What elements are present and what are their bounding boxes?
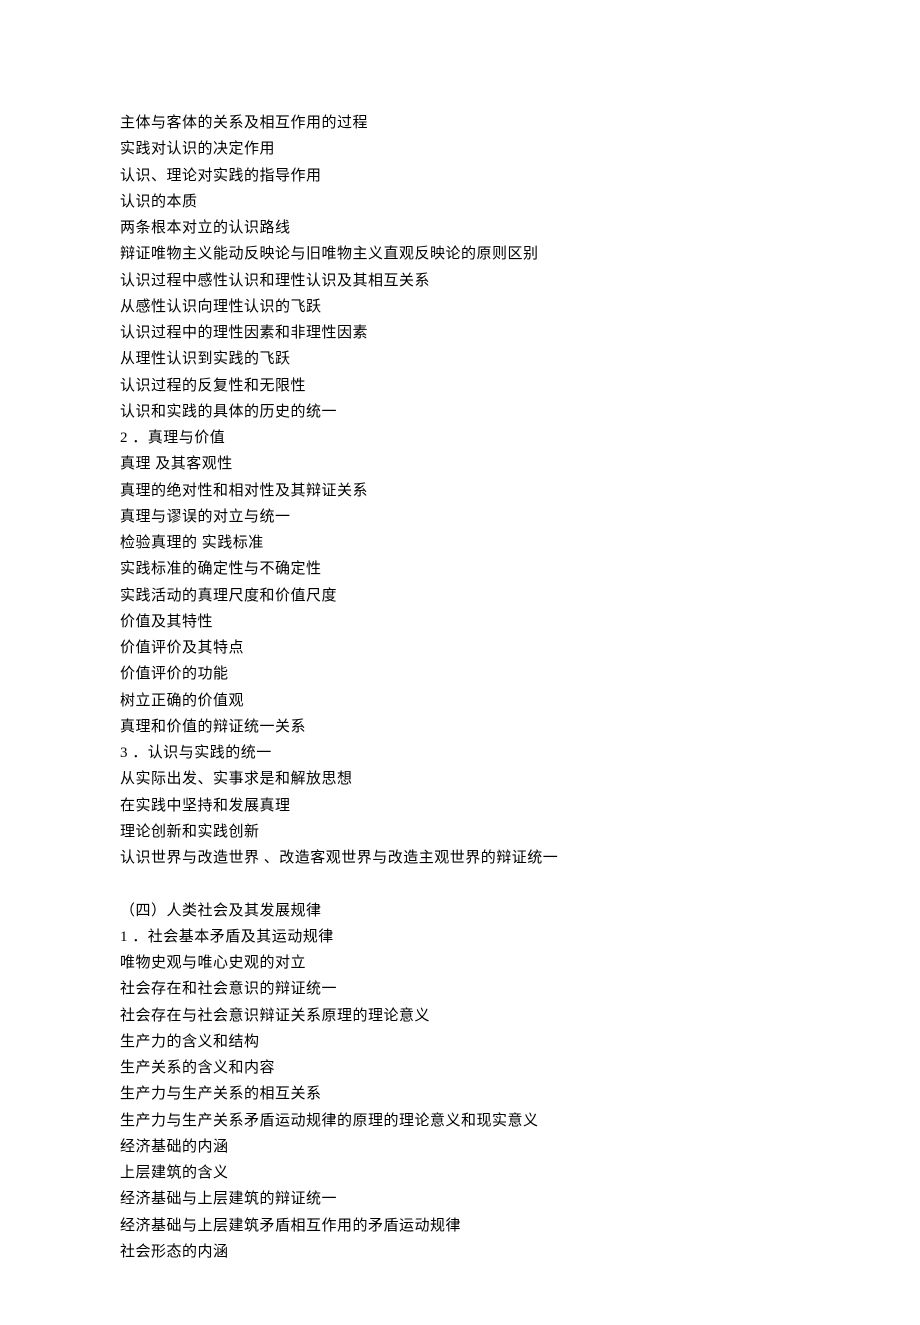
text-line: 认识过程中感性认识和理性认识及其相互关系 [120, 268, 800, 294]
text-line: 实践活动的真理尺度和价值尺度 [120, 583, 800, 609]
text-line: 两条根本对立的认识路线 [120, 215, 800, 241]
text-line: 从实际出发、实事求是和解放思想 [120, 766, 800, 792]
text-line: 生产关系的含义和内容 [120, 1055, 800, 1081]
text-line: 检验真理的 实践标准 [120, 530, 800, 556]
text-line: 主体与客体的关系及相互作用的过程 [120, 110, 800, 136]
text-line: 实践对认识的决定作用 [120, 136, 800, 162]
text-line: 辩证唯物主义能动反映论与旧唯物主义直观反映论的原则区别 [120, 241, 800, 267]
text-line: 生产力的含义和结构 [120, 1029, 800, 1055]
text-line: 在实践中坚持和发展真理 [120, 793, 800, 819]
text-line: 1 ．社会基本矛盾及其运动规律 [120, 924, 800, 950]
text-line: 真理和价值的辩证统一关系 [120, 714, 800, 740]
text-line: 价值评价及其特点 [120, 635, 800, 661]
text-line: 经济基础与上层建筑的辩证统一 [120, 1186, 800, 1212]
text-line: 真理与谬误的对立与统一 [120, 504, 800, 530]
text-line: 树立正确的价值观 [120, 688, 800, 714]
text-line: 社会存在和社会意识的辩证统一 [120, 976, 800, 1002]
text-line: 2 ．真理与价值 [120, 425, 800, 451]
text-line: 认识的本质 [120, 189, 800, 215]
document-body: 主体与客体的关系及相互作用的过程实践对认识的决定作用认识、理论对实践的指导作用认… [120, 110, 800, 1265]
blank-line [120, 871, 800, 897]
text-line: 从感性认识向理性认识的飞跃 [120, 294, 800, 320]
text-line: 生产力与生产关系的相互关系 [120, 1081, 800, 1107]
text-line: 社会存在与社会意识辩证关系原理的理论意义 [120, 1003, 800, 1029]
text-line: 理论创新和实践创新 [120, 819, 800, 845]
text-line: 生产力与生产关系矛盾运动规律的原理的理论意义和现实意义 [120, 1108, 800, 1134]
text-line: 价值及其特性 [120, 609, 800, 635]
text-line: 真理 及其客观性 [120, 451, 800, 477]
text-line: 认识、理论对实践的指导作用 [120, 163, 800, 189]
text-line: 认识过程的反复性和无限性 [120, 373, 800, 399]
text-line: 唯物史观与唯心史观的对立 [120, 950, 800, 976]
text-line: 价值评价的功能 [120, 661, 800, 687]
text-line: 实践标准的确定性与不确定性 [120, 556, 800, 582]
text-line: 真理的绝对性和相对性及其辩证关系 [120, 478, 800, 504]
text-line: 3 ．认识与实践的统一 [120, 740, 800, 766]
text-line: 从理性认识到实践的飞跃 [120, 346, 800, 372]
text-line: （四）人类社会及其发展规律 [120, 898, 800, 924]
text-line: 社会形态的内涵 [120, 1239, 800, 1265]
text-line: 上层建筑的含义 [120, 1160, 800, 1186]
text-line: 经济基础的内涵 [120, 1134, 800, 1160]
text-line: 认识和实践的具体的历史的统一 [120, 399, 800, 425]
text-line: 认识过程中的理性因素和非理性因素 [120, 320, 800, 346]
text-line: 经济基础与上层建筑矛盾相互作用的矛盾运动规律 [120, 1213, 800, 1239]
text-line: 认识世界与改造世界 、改造客观世界与改造主观世界的辩证统一 [120, 845, 800, 871]
